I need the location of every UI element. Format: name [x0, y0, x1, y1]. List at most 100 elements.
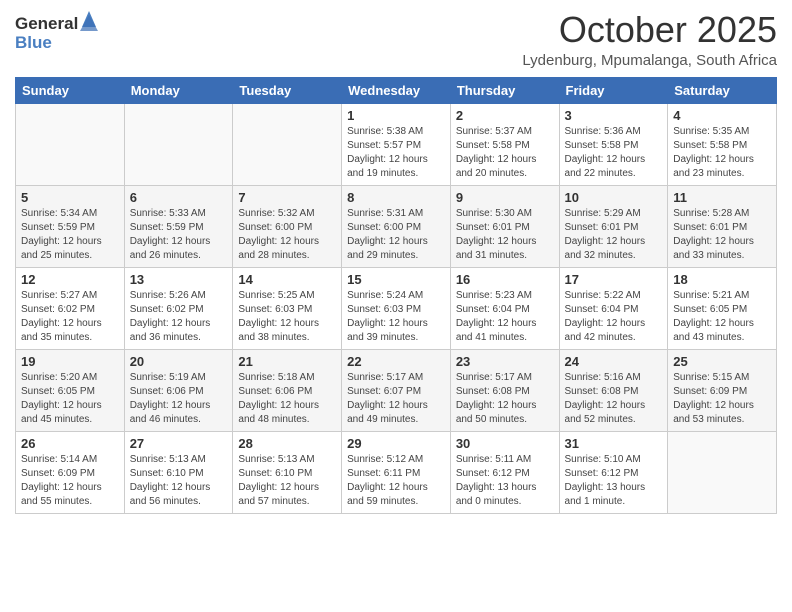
- day-number: 27: [130, 436, 228, 451]
- day-info: Sunrise: 5:19 AMSunset: 6:06 PMDaylight:…: [130, 371, 228, 427]
- day-number: 18: [673, 272, 771, 287]
- day-number: 12: [21, 272, 119, 287]
- calendar-cell: 6Sunrise: 5:33 AMSunset: 5:59 PMDaylight…: [124, 185, 233, 267]
- day-info: Sunrise: 5:23 AMSunset: 6:04 PMDaylight:…: [456, 289, 554, 345]
- day-info: Sunrise: 5:15 AMSunset: 6:09 PMDaylight:…: [673, 371, 771, 427]
- calendar-cell: 26 Sunrise: 5:14 AMSunset: 6:09 PMDayligh…: [16, 431, 125, 513]
- day-number: 28: [238, 436, 336, 451]
- calendar-cell: 19 Sunrise: 5:20 AMSunset: 6:05 PMDayligh…: [16, 349, 125, 431]
- calendar-cell: 24 Sunrise: 5:16 AMSunset: 6:08 PMDayligh…: [559, 349, 668, 431]
- calendar-cell: 16 Sunrise: 5:23 AMSunset: 6:04 PMDayligh…: [450, 267, 559, 349]
- calendar-cell: 28 Sunrise: 5:13 AMSunset: 6:10 PMDayligh…: [233, 431, 342, 513]
- day-info: Sunrise: 5:37 AMSunset: 5:58 PMDaylight:…: [456, 125, 554, 181]
- day-number: 11: [673, 190, 771, 205]
- day-number: 19: [21, 354, 119, 369]
- calendar-week-4: 19 Sunrise: 5:20 AMSunset: 6:05 PMDayligh…: [16, 349, 777, 431]
- location-title: Lydenburg, Mpumalanga, South Africa: [522, 52, 777, 69]
- day-number: 17: [565, 272, 663, 287]
- day-number: 2: [456, 108, 554, 123]
- day-info: Sunrise: 5:36 AMSunset: 5:58 PMDaylight:…: [565, 125, 663, 181]
- day-info: Sunrise: 5:25 AMSunset: 6:03 PMDaylight:…: [238, 289, 336, 345]
- calendar-cell: 20 Sunrise: 5:19 AMSunset: 6:06 PMDayligh…: [124, 349, 233, 431]
- day-info: Sunrise: 5:24 AMSunset: 6:03 PMDaylight:…: [347, 289, 445, 345]
- day-info: Sunrise: 5:27 AMSunset: 6:02 PMDaylight:…: [21, 289, 119, 345]
- day-number: 26: [21, 436, 119, 451]
- day-info: Sunrise: 5:34 AMSunset: 5:59 PMDaylight:…: [21, 207, 119, 263]
- calendar-table: SundayMondayTuesdayWednesdayThursdayFrid…: [15, 77, 777, 514]
- weekday-header-tuesday: Tuesday: [233, 77, 342, 103]
- calendar-week-3: 12 Sunrise: 5:27 AMSunset: 6:02 PMDayligh…: [16, 267, 777, 349]
- calendar-cell: 18Sunrise: 5:21 AMSunset: 6:05 PMDayligh…: [668, 267, 777, 349]
- day-number: 4: [673, 108, 771, 123]
- day-info: Sunrise: 5:16 AMSunset: 6:08 PMDaylight:…: [565, 371, 663, 427]
- calendar-cell: 17 Sunrise: 5:22 AMSunset: 6:04 PMDayligh…: [559, 267, 668, 349]
- logo-icon: [80, 9, 98, 31]
- day-number: 24: [565, 354, 663, 369]
- day-info: Sunrise: 5:22 AMSunset: 6:04 PMDaylight:…: [565, 289, 663, 345]
- calendar-cell: 21 Sunrise: 5:18 AMSunset: 6:06 PMDayligh…: [233, 349, 342, 431]
- day-number: 30: [456, 436, 554, 451]
- calendar-cell: 30 Sunrise: 5:11 AMSunset: 6:12 PMDayligh…: [450, 431, 559, 513]
- calendar-cell: [124, 103, 233, 185]
- day-info: Sunrise: 5:26 AMSunset: 6:02 PMDaylight:…: [130, 289, 228, 345]
- day-info: Sunrise: 5:18 AMSunset: 6:06 PMDaylight:…: [238, 371, 336, 427]
- day-info: Sunrise: 5:31 AMSunset: 6:00 PMDaylight:…: [347, 207, 445, 263]
- calendar-week-1: 1Sunrise: 5:38 AMSunset: 5:57 PMDaylight…: [16, 103, 777, 185]
- logo-text-general: General: [15, 15, 78, 34]
- day-number: 31: [565, 436, 663, 451]
- weekday-header-sunday: Sunday: [16, 77, 125, 103]
- day-number: 29: [347, 436, 445, 451]
- logo: General Blue: [15, 15, 98, 53]
- calendar-cell: [668, 431, 777, 513]
- calendar-cell: 31 Sunrise: 5:10 AMSunset: 6:12 PMDayligh…: [559, 431, 668, 513]
- day-number: 14: [238, 272, 336, 287]
- day-number: 7: [238, 190, 336, 205]
- calendar-cell: 13 Sunrise: 5:26 AMSunset: 6:02 PMDayligh…: [124, 267, 233, 349]
- day-info: Sunrise: 5:12 AMSunset: 6:11 PMDaylight:…: [347, 453, 445, 509]
- day-number: 8: [347, 190, 445, 205]
- calendar-week-2: 5Sunrise: 5:34 AMSunset: 5:59 PMDaylight…: [16, 185, 777, 267]
- weekday-header-row: SundayMondayTuesdayWednesdayThursdayFrid…: [16, 77, 777, 103]
- weekday-header-saturday: Saturday: [668, 77, 777, 103]
- calendar-cell: 23 Sunrise: 5:17 AMSunset: 6:08 PMDayligh…: [450, 349, 559, 431]
- day-number: 3: [565, 108, 663, 123]
- day-number: 20: [130, 354, 228, 369]
- day-number: 16: [456, 272, 554, 287]
- day-info: Sunrise: 5:35 AMSunset: 5:58 PMDaylight:…: [673, 125, 771, 181]
- day-info: Sunrise: 5:11 AMSunset: 6:12 PMDaylight:…: [456, 453, 554, 509]
- calendar-cell: 25 Sunrise: 5:15 AMSunset: 6:09 PMDayligh…: [668, 349, 777, 431]
- day-number: 22: [347, 354, 445, 369]
- day-number: 13: [130, 272, 228, 287]
- calendar-cell: 1Sunrise: 5:38 AMSunset: 5:57 PMDaylight…: [342, 103, 451, 185]
- title-area: October 2025 Lydenburg, Mpumalanga, Sout…: [522, 10, 777, 69]
- weekday-header-monday: Monday: [124, 77, 233, 103]
- day-number: 21: [238, 354, 336, 369]
- month-title: October 2025: [522, 10, 777, 50]
- day-number: 15: [347, 272, 445, 287]
- day-info: Sunrise: 5:13 AMSunset: 6:10 PMDaylight:…: [130, 453, 228, 509]
- calendar-cell: 5Sunrise: 5:34 AMSunset: 5:59 PMDaylight…: [16, 185, 125, 267]
- page-header: General Blue October 2025 Lydenburg, Mpu…: [15, 10, 777, 69]
- day-info: Sunrise: 5:29 AMSunset: 6:01 PMDaylight:…: [565, 207, 663, 263]
- calendar-cell: 3 Sunrise: 5:36 AMSunset: 5:58 PMDaylight…: [559, 103, 668, 185]
- calendar-cell: 27 Sunrise: 5:13 AMSunset: 6:10 PMDayligh…: [124, 431, 233, 513]
- day-number: 6: [130, 190, 228, 205]
- day-number: 23: [456, 354, 554, 369]
- calendar-cell: 7 Sunrise: 5:32 AMSunset: 6:00 PMDaylight…: [233, 185, 342, 267]
- day-info: Sunrise: 5:32 AMSunset: 6:00 PMDaylight:…: [238, 207, 336, 263]
- calendar-cell: 22 Sunrise: 5:17 AMSunset: 6:07 PMDayligh…: [342, 349, 451, 431]
- calendar-cell: 15 Sunrise: 5:24 AMSunset: 6:03 PMDayligh…: [342, 267, 451, 349]
- day-number: 25: [673, 354, 771, 369]
- day-info: Sunrise: 5:13 AMSunset: 6:10 PMDaylight:…: [238, 453, 336, 509]
- day-info: Sunrise: 5:14 AMSunset: 6:09 PMDaylight:…: [21, 453, 119, 509]
- day-info: Sunrise: 5:10 AMSunset: 6:12 PMDaylight:…: [565, 453, 663, 509]
- calendar-cell: 10Sunrise: 5:29 AMSunset: 6:01 PMDayligh…: [559, 185, 668, 267]
- day-info: Sunrise: 5:20 AMSunset: 6:05 PMDaylight:…: [21, 371, 119, 427]
- day-info: Sunrise: 5:17 AMSunset: 6:07 PMDaylight:…: [347, 371, 445, 427]
- weekday-header-friday: Friday: [559, 77, 668, 103]
- weekday-header-thursday: Thursday: [450, 77, 559, 103]
- calendar-cell: 11Sunrise: 5:28 AMSunset: 6:01 PMDayligh…: [668, 185, 777, 267]
- weekday-header-wednesday: Wednesday: [342, 77, 451, 103]
- calendar-cell: 12 Sunrise: 5:27 AMSunset: 6:02 PMDayligh…: [16, 267, 125, 349]
- day-info: Sunrise: 5:17 AMSunset: 6:08 PMDaylight:…: [456, 371, 554, 427]
